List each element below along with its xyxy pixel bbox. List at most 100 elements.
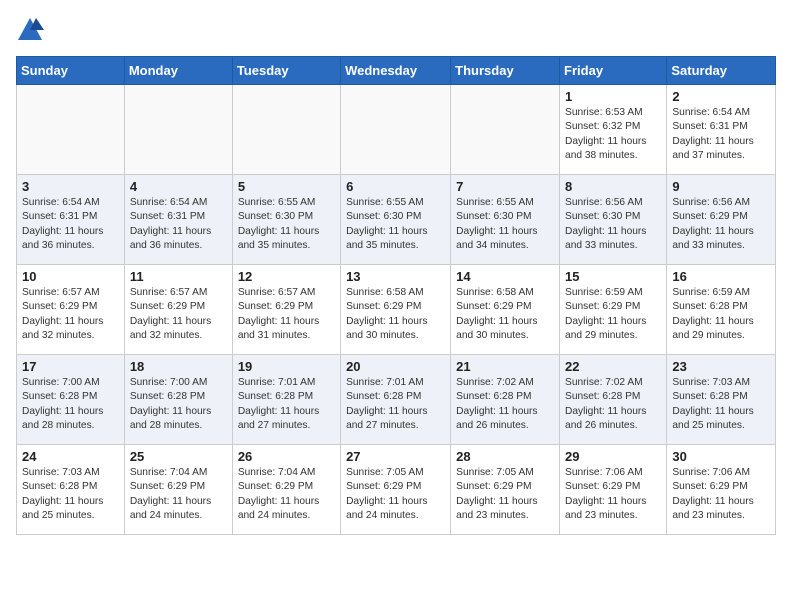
calendar-cell: 27 Sunrise: 7:05 AM Sunset: 6:29 PM Dayli… [341, 445, 451, 535]
day-number: 17 [22, 359, 119, 374]
calendar-week-row: 1 Sunrise: 6:53 AM Sunset: 6:32 PM Daylig… [17, 85, 776, 175]
day-info: Sunrise: 7:03 AM Sunset: 6:28 PM Dayligh… [672, 376, 770, 433]
weekday-header-tuesday: Tuesday [232, 57, 340, 85]
day-info: Sunrise: 7:02 AM Sunset: 6:28 PM Dayligh… [565, 376, 661, 433]
day-info: Sunrise: 6:55 AM Sunset: 6:30 PM Dayligh… [238, 196, 335, 253]
day-info: Sunrise: 7:02 AM Sunset: 6:28 PM Dayligh… [456, 376, 554, 433]
calendar-cell: 9 Sunrise: 6:56 AM Sunset: 6:29 PM Daylig… [667, 175, 776, 265]
calendar-table: SundayMondayTuesdayWednesdayThursdayFrid… [16, 56, 776, 535]
day-info: Sunrise: 7:04 AM Sunset: 6:29 PM Dayligh… [238, 466, 335, 523]
day-info: Sunrise: 6:56 AM Sunset: 6:30 PM Dayligh… [565, 196, 661, 253]
calendar-cell: 11Sunrise: 6:57 AM Sunset: 6:29 PM Dayli… [124, 265, 232, 355]
day-info: Sunrise: 6:59 AM Sunset: 6:28 PM Dayligh… [672, 286, 770, 343]
day-number: 30 [672, 449, 770, 464]
weekday-header-sunday: Sunday [17, 57, 125, 85]
day-info: Sunrise: 6:55 AM Sunset: 6:30 PM Dayligh… [456, 196, 554, 253]
calendar-cell: 1 Sunrise: 6:53 AM Sunset: 6:32 PM Daylig… [560, 85, 667, 175]
calendar-week-row: 17 Sunrise: 7:00 AM Sunset: 6:28 PM Dayli… [17, 355, 776, 445]
day-number: 10 [22, 269, 119, 284]
calendar-cell: 18 Sunrise: 7:00 AM Sunset: 6:28 PM Dayli… [124, 355, 232, 445]
day-number: 1 [565, 89, 661, 104]
day-number: 4 [130, 179, 227, 194]
day-number: 22 [565, 359, 661, 374]
day-info: Sunrise: 6:53 AM Sunset: 6:32 PM Dayligh… [565, 106, 661, 163]
calendar-cell: 15Sunrise: 6:59 AM Sunset: 6:29 PM Dayli… [560, 265, 667, 355]
day-info: Sunrise: 7:03 AM Sunset: 6:28 PM Dayligh… [22, 466, 119, 523]
calendar-cell: 12 Sunrise: 6:57 AM Sunset: 6:29 PM Dayli… [232, 265, 340, 355]
calendar-cell [451, 85, 560, 175]
day-number: 16 [672, 269, 770, 284]
day-info: Sunrise: 6:56 AM Sunset: 6:29 PM Dayligh… [672, 196, 770, 253]
calendar-cell: 7 Sunrise: 6:55 AM Sunset: 6:30 PM Daylig… [451, 175, 560, 265]
calendar-cell: 26 Sunrise: 7:04 AM Sunset: 6:29 PM Dayli… [232, 445, 340, 535]
day-info: Sunrise: 7:06 AM Sunset: 6:29 PM Dayligh… [565, 466, 661, 523]
calendar-cell [17, 85, 125, 175]
day-number: 9 [672, 179, 770, 194]
day-number: 15 [565, 269, 661, 284]
weekday-header-friday: Friday [560, 57, 667, 85]
calendar-cell: 24 Sunrise: 7:03 AM Sunset: 6:28 PM Dayli… [17, 445, 125, 535]
day-info: Sunrise: 6:54 AM Sunset: 6:31 PM Dayligh… [22, 196, 119, 253]
day-info: Sunrise: 7:05 AM Sunset: 6:29 PM Dayligh… [456, 466, 554, 523]
calendar-cell: 29 Sunrise: 7:06 AM Sunset: 6:29 PM Dayli… [560, 445, 667, 535]
calendar-week-row: 3 Sunrise: 6:54 AM Sunset: 6:31 PM Daylig… [17, 175, 776, 265]
day-number: 19 [238, 359, 335, 374]
calendar-cell: 30 Sunrise: 7:06 AM Sunset: 6:29 PM Dayli… [667, 445, 776, 535]
day-number: 7 [456, 179, 554, 194]
day-number: 24 [22, 449, 119, 464]
day-number: 20 [346, 359, 445, 374]
calendar-cell: 5 Sunrise: 6:55 AM Sunset: 6:30 PM Daylig… [232, 175, 340, 265]
day-info: Sunrise: 7:04 AM Sunset: 6:29 PM Dayligh… [130, 466, 227, 523]
day-number: 28 [456, 449, 554, 464]
day-info: Sunrise: 7:01 AM Sunset: 6:28 PM Dayligh… [238, 376, 335, 433]
calendar-cell: 8 Sunrise: 6:56 AM Sunset: 6:30 PM Daylig… [560, 175, 667, 265]
day-number: 6 [346, 179, 445, 194]
calendar-cell: 4 Sunrise: 6:54 AM Sunset: 6:31 PM Daylig… [124, 175, 232, 265]
day-info: Sunrise: 6:57 AM Sunset: 6:29 PM Dayligh… [238, 286, 335, 343]
day-number: 26 [238, 449, 335, 464]
day-number: 27 [346, 449, 445, 464]
day-info: Sunrise: 7:06 AM Sunset: 6:29 PM Dayligh… [672, 466, 770, 523]
calendar-cell: 19 Sunrise: 7:01 AM Sunset: 6:28 PM Dayli… [232, 355, 340, 445]
calendar-cell: 21Sunrise: 7:02 AM Sunset: 6:28 PM Dayli… [451, 355, 560, 445]
weekday-header-monday: Monday [124, 57, 232, 85]
day-info: Sunrise: 7:00 AM Sunset: 6:28 PM Dayligh… [130, 376, 227, 433]
calendar-cell [232, 85, 340, 175]
calendar-cell: 13Sunrise: 6:58 AM Sunset: 6:29 PM Dayli… [341, 265, 451, 355]
weekday-header-thursday: Thursday [451, 57, 560, 85]
day-number: 23 [672, 359, 770, 374]
logo [16, 16, 48, 44]
calendar-cell: 14Sunrise: 6:58 AM Sunset: 6:29 PM Dayli… [451, 265, 560, 355]
calendar-cell: 2 Sunrise: 6:54 AM Sunset: 6:31 PM Daylig… [667, 85, 776, 175]
day-number: 2 [672, 89, 770, 104]
calendar-cell: 10 Sunrise: 6:57 AM Sunset: 6:29 PM Dayli… [17, 265, 125, 355]
day-info: Sunrise: 6:54 AM Sunset: 6:31 PM Dayligh… [672, 106, 770, 163]
day-number: 12 [238, 269, 335, 284]
weekday-header-saturday: Saturday [667, 57, 776, 85]
day-number: 8 [565, 179, 661, 194]
day-info: Sunrise: 6:57 AM Sunset: 6:29 PM Dayligh… [22, 286, 119, 343]
day-info: Sunrise: 7:05 AM Sunset: 6:29 PM Dayligh… [346, 466, 445, 523]
day-number: 5 [238, 179, 335, 194]
calendar-cell: 25 Sunrise: 7:04 AM Sunset: 6:29 PM Dayli… [124, 445, 232, 535]
calendar-header-row: SundayMondayTuesdayWednesdayThursdayFrid… [17, 57, 776, 85]
day-info: Sunrise: 6:58 AM Sunset: 6:29 PM Dayligh… [346, 286, 445, 343]
calendar-cell: 23 Sunrise: 7:03 AM Sunset: 6:28 PM Dayli… [667, 355, 776, 445]
calendar-cell [341, 85, 451, 175]
day-info: Sunrise: 6:54 AM Sunset: 6:31 PM Dayligh… [130, 196, 227, 253]
day-info: Sunrise: 7:01 AM Sunset: 6:28 PM Dayligh… [346, 376, 445, 433]
day-number: 25 [130, 449, 227, 464]
calendar-cell: 22 Sunrise: 7:02 AM Sunset: 6:28 PM Dayli… [560, 355, 667, 445]
day-info: Sunrise: 7:00 AM Sunset: 6:28 PM Dayligh… [22, 376, 119, 433]
day-number: 14 [456, 269, 554, 284]
calendar-cell: 20 Sunrise: 7:01 AM Sunset: 6:28 PM Dayli… [341, 355, 451, 445]
day-number: 3 [22, 179, 119, 194]
day-info: Sunrise: 6:57 AM Sunset: 6:29 PM Dayligh… [130, 286, 227, 343]
day-number: 29 [565, 449, 661, 464]
logo-icon [16, 16, 44, 44]
calendar-week-row: 24 Sunrise: 7:03 AM Sunset: 6:28 PM Dayli… [17, 445, 776, 535]
day-number: 18 [130, 359, 227, 374]
calendar-cell: 16 Sunrise: 6:59 AM Sunset: 6:28 PM Dayli… [667, 265, 776, 355]
weekday-header-wednesday: Wednesday [341, 57, 451, 85]
calendar-cell [124, 85, 232, 175]
